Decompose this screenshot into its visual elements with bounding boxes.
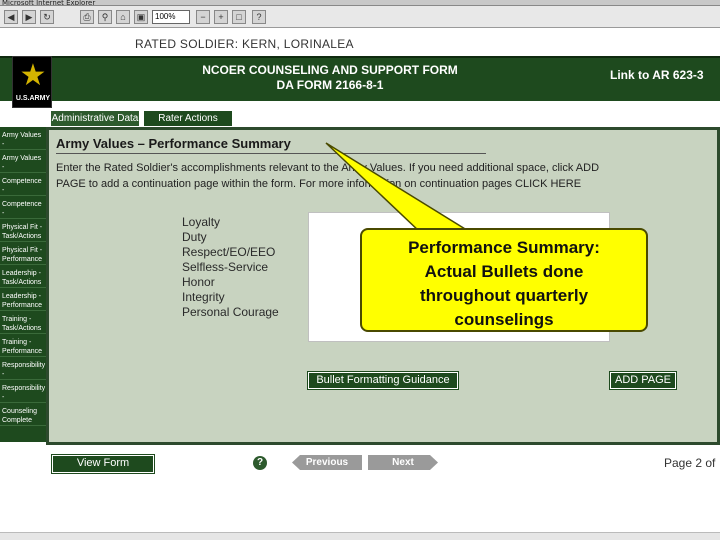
sidebar-item-competence-performance[interactable]: Competence - Performance [0, 199, 46, 219]
refresh-icon[interactable]: ↻ [40, 10, 54, 24]
list-item: Selfless-Service [182, 260, 269, 274]
link-ar-623-3[interactable]: Link to AR 623-3 [610, 68, 704, 82]
search-icon[interactable]: ⚲ [98, 10, 112, 24]
callout-text: Performance Summary: Actual Bullets done… [362, 236, 646, 332]
sidebar-item-responsibility-task[interactable]: Responsibility - Task/Actions [0, 360, 46, 380]
previous-label: Previous [305, 457, 349, 468]
forward-icon[interactable]: ▶ [22, 10, 36, 24]
tab-rater-actions[interactable]: Rater Actions [143, 110, 233, 127]
zoom-out-icon[interactable]: − [196, 10, 210, 24]
sidebar-item-leadership-task[interactable]: Leadership - Task/Actions [0, 268, 46, 288]
form-title-line2: DA FORM 2166-8-1 [276, 78, 384, 92]
list-item: Duty [182, 230, 207, 244]
previous-button[interactable]: Previous [292, 455, 362, 470]
browser-toolbar: ◀ ▶ ↻ ⎙ ⚲ ⌂ ▣ 100% − + □ ? [0, 6, 720, 28]
list-item: Integrity [182, 290, 225, 304]
help-icon[interactable]: ? [253, 456, 267, 470]
star-icon: ★ [19, 59, 47, 92]
add-page-button[interactable]: ADD PAGE [609, 371, 677, 390]
next-label: Next [392, 457, 414, 468]
sidebar-item-responsibility-performance[interactable]: Responsibility - Performance [0, 383, 46, 403]
zoom-select[interactable]: 100% [152, 10, 190, 24]
zoom-in-icon[interactable]: + [214, 10, 228, 24]
sidebar-item-competence-task[interactable]: Competence - Task/Actions [0, 176, 46, 196]
sidebar-item-army-values-task[interactable]: Army Values - Task/Actions [0, 130, 46, 150]
print-icon[interactable]: ⎙ [80, 10, 94, 24]
army-values-list: Loyalty Duty Respect/EO/EEO Selfless-Ser… [182, 215, 279, 320]
callout-line1: Performance Summary: [408, 238, 600, 257]
callout-line3: throughout quarterly [419, 286, 589, 305]
window-icon[interactable]: □ [232, 10, 246, 24]
sidebar-item-counseling-complete[interactable]: Counseling Complete [0, 406, 46, 426]
status-bar [0, 532, 720, 540]
rated-soldier-label: RATED SOLDIER: KERN, LORINALEA [135, 37, 354, 51]
instructions: Enter the Rated Soldier's accomplishment… [56, 160, 616, 192]
sidebar-item-training-performance[interactable]: Training - Performance [0, 337, 46, 357]
save-icon[interactable]: ▣ [134, 10, 148, 24]
page-indicator: Page 2 of [664, 456, 716, 470]
logo-text: U.S.ARMY [15, 95, 51, 102]
callout-line4: counselings [454, 310, 554, 329]
help-toolbar-icon[interactable]: ? [252, 10, 266, 24]
form-title-line1: NCOER COUNSELING AND SUPPORT FORM [202, 63, 458, 77]
army-logo: ★ U.S.ARMY [12, 56, 52, 108]
home-icon[interactable]: ⌂ [116, 10, 130, 24]
section-divider [56, 153, 486, 154]
sidebar-item-army-values-performance[interactable]: Army Values - Performance [0, 153, 46, 173]
click-here-link[interactable]: CLICK HERE [515, 178, 581, 190]
sidebar-item-physical-task[interactable]: Physical Fit - Task/Actions [0, 222, 46, 242]
sidebar-item-physical-performance[interactable]: Physical Fit - Performance [0, 245, 46, 265]
list-item: Honor [182, 275, 215, 289]
back-icon[interactable]: ◀ [4, 10, 18, 24]
sidebar-item-leadership-performance[interactable]: Leadership - Performance [0, 291, 46, 311]
section-title: Army Values – Performance Summary [56, 136, 291, 151]
list-item: Respect/EO/EEO [182, 245, 276, 259]
list-item: Personal Courage [182, 305, 279, 319]
callout-line2: Actual Bullets done [424, 262, 584, 281]
bullet-formatting-guidance-button[interactable]: Bullet Formatting Guidance [307, 371, 459, 390]
sidebar-item-training-task[interactable]: Training - Task/Actions [0, 314, 46, 334]
form-title: NCOER COUNSELING AND SUPPORT FORM DA FOR… [180, 63, 480, 93]
tab-administrative-data[interactable]: Administrative Data [50, 110, 140, 127]
view-form-button[interactable]: View Form [51, 454, 155, 474]
list-item: Loyalty [182, 215, 221, 229]
next-button[interactable]: Next [368, 455, 438, 470]
